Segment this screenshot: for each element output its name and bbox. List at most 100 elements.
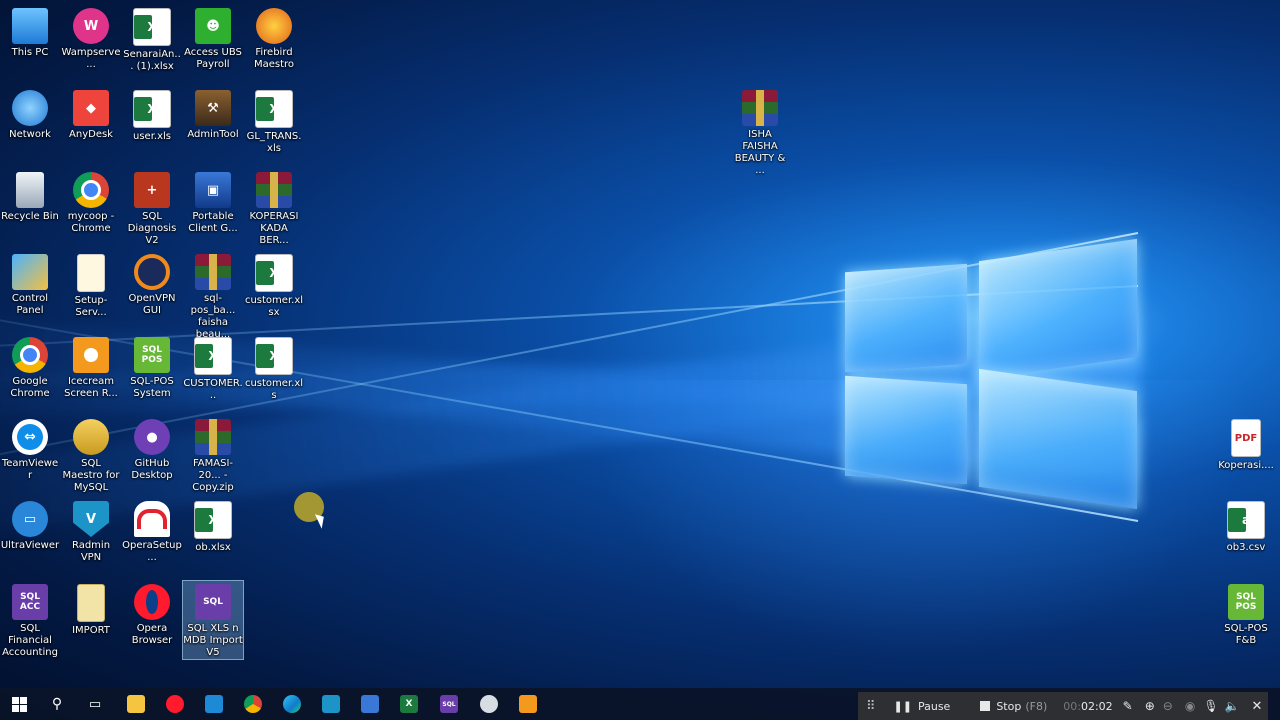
icecream-icon <box>73 337 109 373</box>
desktop-icon-label: SQL Diagnosis V2 <box>127 211 177 246</box>
desktop-icon-customer-xlsx[interactable]: X customer.xlsx <box>244 254 304 319</box>
taskbar-opera[interactable] <box>156 688 194 720</box>
anydesk-icon: ◆ <box>73 90 109 126</box>
taskbar-radmin-vpn[interactable] <box>312 688 350 720</box>
taskbar-remote-app[interactable] <box>351 688 389 720</box>
sql-accounting-icon: SQL ACC <box>12 584 48 620</box>
webcam-icon[interactable]: ◉ <box>1185 699 1195 713</box>
desktop-icon-import-folder[interactable]: IMPORT <box>61 584 121 637</box>
chrome-icon <box>244 695 262 713</box>
taskbar-firebird[interactable] <box>470 688 508 720</box>
timer-dim: 00: <box>1063 699 1081 713</box>
desktop-icon-label: KOPERASI KADA BER... <box>249 211 299 246</box>
desktop-icon-sql-maestro-mysql[interactable]: SQL Maestro for MySQL <box>61 419 121 494</box>
desktop-icon-label: Control Panel <box>11 293 49 316</box>
desktop-icon-portable-client[interactable]: ▣ Portable Client G... <box>183 172 243 235</box>
desktop-icon-gl-trans-xls[interactable]: X GL_TRANS.xls <box>244 90 304 155</box>
desktop-icon-firebird-maestro[interactable]: Firebird Maestro <box>244 8 304 71</box>
desktop-icon-control-panel[interactable]: Control Panel <box>0 254 60 317</box>
desktop-icon-label: SQL Maestro for MySQL <box>62 458 120 493</box>
taskbar-edge[interactable] <box>273 688 311 720</box>
desktop-icon-sql-xls-mdb-import[interactable]: SQL SQL XLS n MDB Import V5 <box>182 580 244 660</box>
desktop-icon-ob3-csv[interactable]: a ob3.csv <box>1216 501 1276 554</box>
desktop-icon-opera-browser[interactable]: Opera Browser <box>122 584 182 647</box>
desktop-icon-label: AdminTool <box>187 129 239 140</box>
desktop-icon-label: SQL XLS n MDB Import V5 <box>183 623 243 658</box>
desktop-icon-koperasi-kada[interactable]: KOPERASI KADA BER... <box>244 172 304 247</box>
desktop-icon-label: Opera Browser <box>131 623 173 646</box>
desktop-icon-radmin-vpn[interactable]: V Radmin VPN <box>61 501 121 564</box>
desktop-icon-openvpn-gui[interactable]: OpenVPN GUI <box>122 254 182 317</box>
desktop-icon-customer-xlsx-upper[interactable]: X CUSTOMER... <box>183 337 243 402</box>
stop-shortcut: (F8) <box>1025 699 1048 713</box>
desktop-icon-github-desktop[interactable]: ● GitHub Desktop <box>122 419 182 482</box>
desktop-icon-label: This PC <box>11 47 49 58</box>
desktop-icon-this-pc[interactable]: This PC <box>0 8 60 59</box>
search-button[interactable]: ⚲ <box>38 688 76 720</box>
desktop-icon-recycle-bin[interactable]: Recycle Bin <box>0 172 60 223</box>
control-panel-icon <box>12 254 48 290</box>
desktop-icon-ultraviewer[interactable]: ▭ UltraViewer <box>0 501 60 552</box>
desktop-icon-label: IMPORT <box>72 625 110 636</box>
desktop-icon-ob-xlsx[interactable]: X ob.xlsx <box>183 501 243 554</box>
desktop-icon-network[interactable]: Network <box>0 90 60 141</box>
desktop-icon-access-ubs-payroll[interactable]: ☻ Access UBS Payroll <box>183 8 243 71</box>
zoom-out-icon[interactable]: ⊖ <box>1163 699 1173 713</box>
desktop-icon-label: GL_TRANS.xls <box>246 131 302 154</box>
speaker-icon[interactable]: 🔈 <box>1225 699 1240 713</box>
taskbar-chrome[interactable] <box>234 688 272 720</box>
desktop-icon-icecream-screen-recorder[interactable]: Icecream Screen R... <box>61 337 121 400</box>
desktop-icon-anydesk[interactable]: ◆ AnyDesk <box>61 90 121 141</box>
excel-file-icon: X <box>194 501 232 539</box>
monitor-icon <box>361 695 379 713</box>
desktop-icon-admintool[interactable]: ⚒ AdminTool <box>183 90 243 141</box>
start-button[interactable] <box>0 688 38 720</box>
desktop-icon-isha-faisha[interactable]: ISHA FAISHA BEAUTY & ... <box>730 90 790 177</box>
desktop-icon-wampserver[interactable]: W Wampserve... <box>61 8 121 71</box>
stop-button[interactable]: Stop (F8) <box>980 700 1047 713</box>
excel-file-icon: X <box>133 90 171 128</box>
desktop-icon-google-chrome[interactable]: Google Chrome <box>0 337 60 400</box>
desktop-icon-label: Icecream Screen R... <box>64 376 118 399</box>
monitor-icon: ▣ <box>195 172 231 208</box>
drag-handle-icon[interactable]: ⠿ <box>866 699 876 714</box>
desktop-icon-famasi-zip[interactable]: FAMASI-20... - Copy.zip <box>183 419 243 494</box>
desktop-icon-customer-xls[interactable]: X customer.xls <box>244 337 304 402</box>
microphone-icon[interactable]: 🎙 <box>1203 699 1218 713</box>
taskbar-vscode[interactable] <box>195 688 233 720</box>
desktop-icon-label: Access UBS Payroll <box>184 47 242 70</box>
desktop-icon-label: ob3.csv <box>1226 542 1266 553</box>
desktop-icon-koperasi-pdf[interactable]: PDF Koperasi.... <box>1216 419 1276 472</box>
desktop-icon-mycoop-chrome[interactable]: mycoop - Chrome <box>61 172 121 235</box>
desktop-icon-label: sql-pos_ba... faisha beau... <box>190 293 236 340</box>
taskbar-icecream[interactable] <box>509 688 547 720</box>
desktop-icon-label: Radmin VPN <box>71 540 111 563</box>
zoom-in-icon[interactable]: ⊕ <box>1145 699 1155 713</box>
pause-icon: ❚❚ <box>893 699 912 713</box>
desktop-icon-sql-financial-accounting[interactable]: SQL ACC SQL Financial Accounting <box>0 584 60 659</box>
desktop-icon-label: Firebird Maestro <box>253 47 295 70</box>
task-view-button[interactable]: ▭ <box>76 688 114 720</box>
winrar-archive-icon <box>195 419 231 455</box>
desktop-icon-sql-pos-backup[interactable]: sql-pos_ba... faisha beau... <box>183 254 243 341</box>
desktop-icon-opera-setup[interactable]: OperaSetup... <box>122 501 182 564</box>
taskbar-sql-accounting[interactable]: SQL <box>430 688 468 720</box>
desktop-icon-sql-diagnosis[interactable]: + SQL Diagnosis V2 <box>122 172 182 247</box>
desktop-icon-teamviewer[interactable]: ⇔ TeamViewer <box>0 419 60 482</box>
desktop-icon-setup-server[interactable]: Setup-Serv... <box>61 254 121 319</box>
pen-icon[interactable]: ✎ <box>1123 699 1133 713</box>
taskbar-file-explorer[interactable] <box>117 688 155 720</box>
taskbar-excel[interactable]: X <box>390 688 428 720</box>
desktop-icon-label: OpenVPN GUI <box>128 293 176 316</box>
desktop-icon-sql-pos-fb[interactable]: SQL POS SQL-POS F&B <box>1216 584 1276 647</box>
desktop-icon-senarai-xlsx[interactable]: X SenaraiAn... (1).xlsx <box>122 8 182 73</box>
payroll-icon: ☻ <box>195 8 231 44</box>
opera-icon <box>134 584 170 620</box>
desktop-icon-user-xls[interactable]: X user.xls <box>122 90 182 143</box>
desktop-icon-sql-pos-system[interactable]: SQL POS SQL-POS System <box>122 337 182 400</box>
desktop-icon-label: user.xls <box>133 131 171 142</box>
close-icon[interactable]: ✕ <box>1252 699 1263 714</box>
desktop-icon-label: OperaSetup... <box>122 540 182 563</box>
pause-button[interactable]: ❚❚ Pause <box>894 700 951 713</box>
desktop-icon-label: AnyDesk <box>69 129 113 140</box>
